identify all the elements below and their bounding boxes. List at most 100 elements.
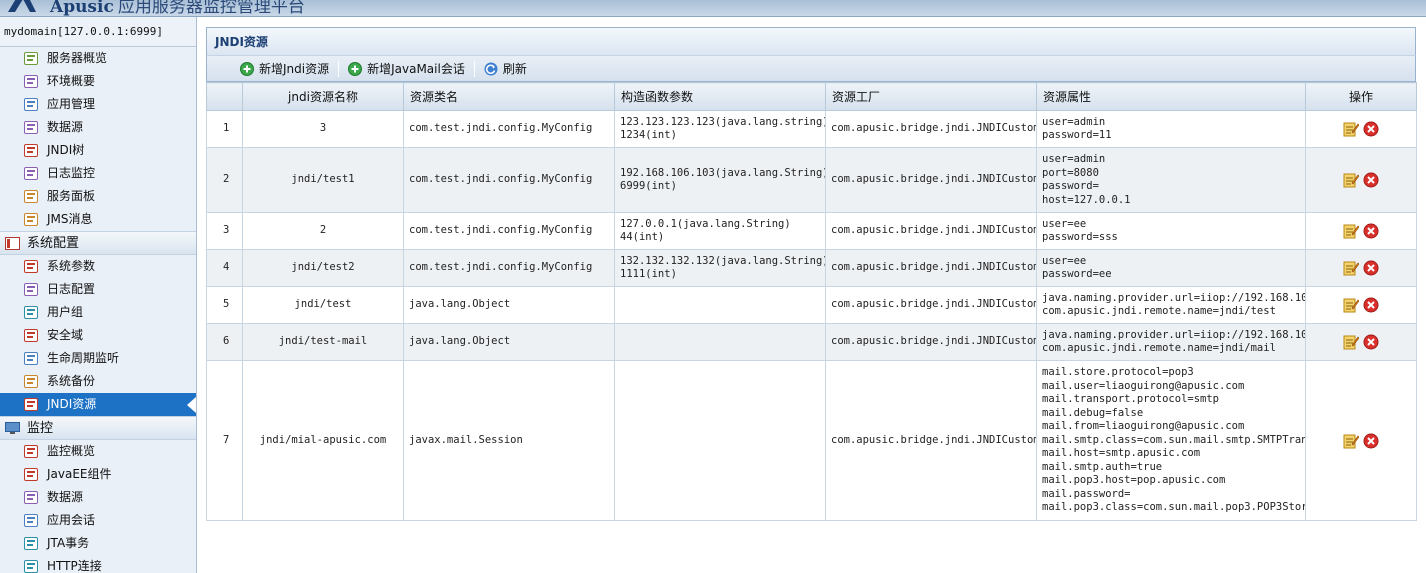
sidebar-item-monitor-overview[interactable]: 监控概览	[0, 440, 196, 463]
col-args-header[interactable]: 构造函数参数	[614, 82, 826, 111]
log-config-icon	[24, 283, 38, 296]
table-row[interactable]: 3 2 com.test.jndi.config.MyConfig 127.0.0.1…	[206, 212, 1417, 250]
sidebar-item-label: 用户组	[47, 305, 84, 319]
table-row[interactable]: 7 jndi/mial-apusic.com javax.mail.Session c…	[206, 360, 1417, 521]
sidebar-item-label: 服务器概览	[47, 51, 108, 65]
sidebar-item-label: 监控概览	[47, 444, 96, 458]
resource-name-cell: jndi/test	[242, 286, 404, 324]
sidebar-item-system-params[interactable]: 系统参数	[0, 255, 196, 278]
table-row[interactable]: 4 jndi/test2 com.test.jndi.config.MyConfig…	[206, 249, 1417, 287]
jms-icon	[24, 213, 38, 226]
resource-class-cell: java.lang.Object	[403, 323, 615, 361]
resource-factory-cell: com.apusic.bridge.jndi.JNDICustomR	[825, 110, 1037, 148]
delete-icon[interactable]	[1363, 172, 1379, 188]
delete-icon[interactable]	[1363, 334, 1379, 350]
resource-name-cell: 2	[242, 212, 404, 250]
col-props-header[interactable]: 资源属性	[1036, 82, 1306, 111]
resource-props-cell: java.naming.provider.url=iiop://192.168.…	[1036, 286, 1306, 324]
delete-icon[interactable]	[1363, 297, 1379, 313]
panel-title: JNDI资源	[206, 27, 1416, 55]
sidebar-item-user-group[interactable]: 用户组	[0, 301, 196, 324]
col-name-header[interactable]: jndi资源名称	[242, 82, 404, 111]
monitor-icon	[5, 422, 20, 434]
delete-icon[interactable]	[1363, 121, 1379, 137]
sidebar-item-label: 日志监控	[47, 166, 96, 180]
sidebar-item-datasource[interactable]: 数据源	[0, 486, 196, 509]
http-connection-icon	[24, 560, 38, 573]
row-index: 2	[206, 147, 243, 213]
sidebar-item-http-connection[interactable]: HTTP连接	[0, 555, 196, 573]
delete-icon[interactable]	[1363, 260, 1379, 276]
sidebar-item-environment[interactable]: 环境概要	[0, 70, 196, 93]
table-row[interactable]: 1 3 com.test.jndi.config.MyConfig 123.123.1…	[206, 110, 1417, 148]
row-index: 5	[206, 286, 243, 324]
sidebar-item-javaee-component[interactable]: JavaEE组件	[0, 463, 196, 486]
sidebar-item-label: 环境概要	[47, 74, 96, 88]
resource-class-cell: com.test.jndi.config.MyConfig	[403, 110, 615, 148]
sidebar-item-service-panel[interactable]: 服务面板	[0, 185, 196, 208]
resource-class-cell: com.test.jndi.config.MyConfig	[403, 147, 615, 213]
edit-icon[interactable]	[1343, 260, 1359, 276]
table-row[interactable]: 5 jndi/test java.lang.Object com.apusic.bri…	[206, 286, 1417, 324]
sidebar-item-server-overview[interactable]: 服务器概览	[0, 47, 196, 70]
sidebar-item-application[interactable]: 应用管理	[0, 93, 196, 116]
sidebar-item-label: 服务面板	[47, 189, 96, 203]
edit-icon[interactable]	[1343, 334, 1359, 350]
sidebar-item-security-realm[interactable]: 安全域	[0, 324, 196, 347]
sidebar-item-app-session[interactable]: 应用会话	[0, 509, 196, 532]
add-jndi-button[interactable]: 新增Jndi资源	[235, 59, 334, 79]
resource-factory-cell: com.apusic.bridge.jndi.JNDICustomR	[825, 323, 1037, 361]
group-system-config[interactable]: 系统配置	[0, 231, 196, 255]
resource-props-cell: java.naming.provider.url=iiop://192.168.…	[1036, 323, 1306, 361]
constructor-args-cell: 192.168.106.103(java.lang.String) 6999(i…	[614, 147, 826, 213]
resource-props-cell: user=admin password=11	[1036, 110, 1306, 148]
sidebar-item-jndi-tree[interactable]: JNDI树	[0, 139, 196, 162]
app-header: Apusic 应用服务器监控管理平台	[0, 0, 1426, 17]
sidebar-item-datasource[interactable]: 数据源	[0, 116, 196, 139]
table-row[interactable]: 6 jndi/test-mail java.lang.Object com.apusi…	[206, 323, 1417, 361]
refresh-button[interactable]: 刷新	[479, 59, 532, 79]
table-row[interactable]: 2 jndi/test1 com.test.jndi.config.MyConfig…	[206, 147, 1417, 213]
delete-icon[interactable]	[1363, 223, 1379, 239]
resource-name-cell: jndi/test1	[242, 147, 404, 213]
app-session-icon	[24, 514, 38, 527]
sidebar-item-backup[interactable]: 系统备份	[0, 370, 196, 393]
edit-icon[interactable]	[1343, 297, 1359, 313]
col-class-header[interactable]: 资源类名	[403, 82, 615, 111]
sidebar-item-jndi-resource[interactable]: JNDI资源	[0, 393, 196, 416]
service-panel-icon	[24, 190, 38, 203]
sidebar-item-log-monitor[interactable]: 日志监控	[0, 162, 196, 185]
sidebar-item-lifecycle[interactable]: 生命周期监听	[0, 347, 196, 370]
constructor-args-cell	[614, 323, 826, 361]
app-title: Apusic 应用服务器监控管理平台	[50, 0, 305, 17]
lifecycle-icon	[24, 352, 38, 365]
resource-name-cell: jndi/mial-apusic.com	[242, 360, 404, 521]
sidebar-item-log-config[interactable]: 日志配置	[0, 278, 196, 301]
operations-cell	[1305, 323, 1417, 361]
edit-icon[interactable]	[1343, 223, 1359, 239]
sidebar-item-label: 系统备份	[47, 374, 96, 388]
constructor-args-cell	[614, 286, 826, 324]
delete-icon[interactable]	[1363, 433, 1379, 449]
resource-factory-cell: com.apusic.bridge.jndi.JNDICustomR	[825, 249, 1037, 287]
sidebar-item-label: 应用管理	[47, 97, 96, 111]
resource-factory-cell: com.apusic.bridge.jndi.JNDICustomR	[825, 212, 1037, 250]
operations-cell	[1305, 286, 1417, 324]
resource-class-cell: javax.mail.Session	[403, 360, 615, 521]
col-factory-header[interactable]: 资源工厂	[825, 82, 1037, 111]
resource-props-cell: mail.store.protocol=pop3 mail.user=liaog…	[1036, 360, 1306, 521]
backup-icon	[24, 375, 38, 388]
sidebar-item-label: JMS消息	[47, 212, 93, 226]
system-params-icon	[24, 260, 38, 273]
edit-icon[interactable]	[1343, 121, 1359, 137]
sidebar-item-jta[interactable]: JTA事务	[0, 532, 196, 555]
sidebar-item-label: 应用会话	[47, 513, 96, 527]
resource-props-cell: user=ee password=sss	[1036, 212, 1306, 250]
edit-icon[interactable]	[1343, 172, 1359, 188]
edit-icon[interactable]	[1343, 433, 1359, 449]
add-javamail-button[interactable]: 新增JavaMail会话	[343, 59, 470, 79]
jndi-resource-table: jndi资源名称 资源类名 构造函数参数 资源工厂 资源属性 操作 1 3 com.…	[206, 82, 1417, 521]
group-monitor[interactable]: 监控	[0, 416, 196, 440]
apusic-logo-icon	[8, 0, 36, 12]
sidebar-item-jms[interactable]: JMS消息	[0, 208, 196, 231]
